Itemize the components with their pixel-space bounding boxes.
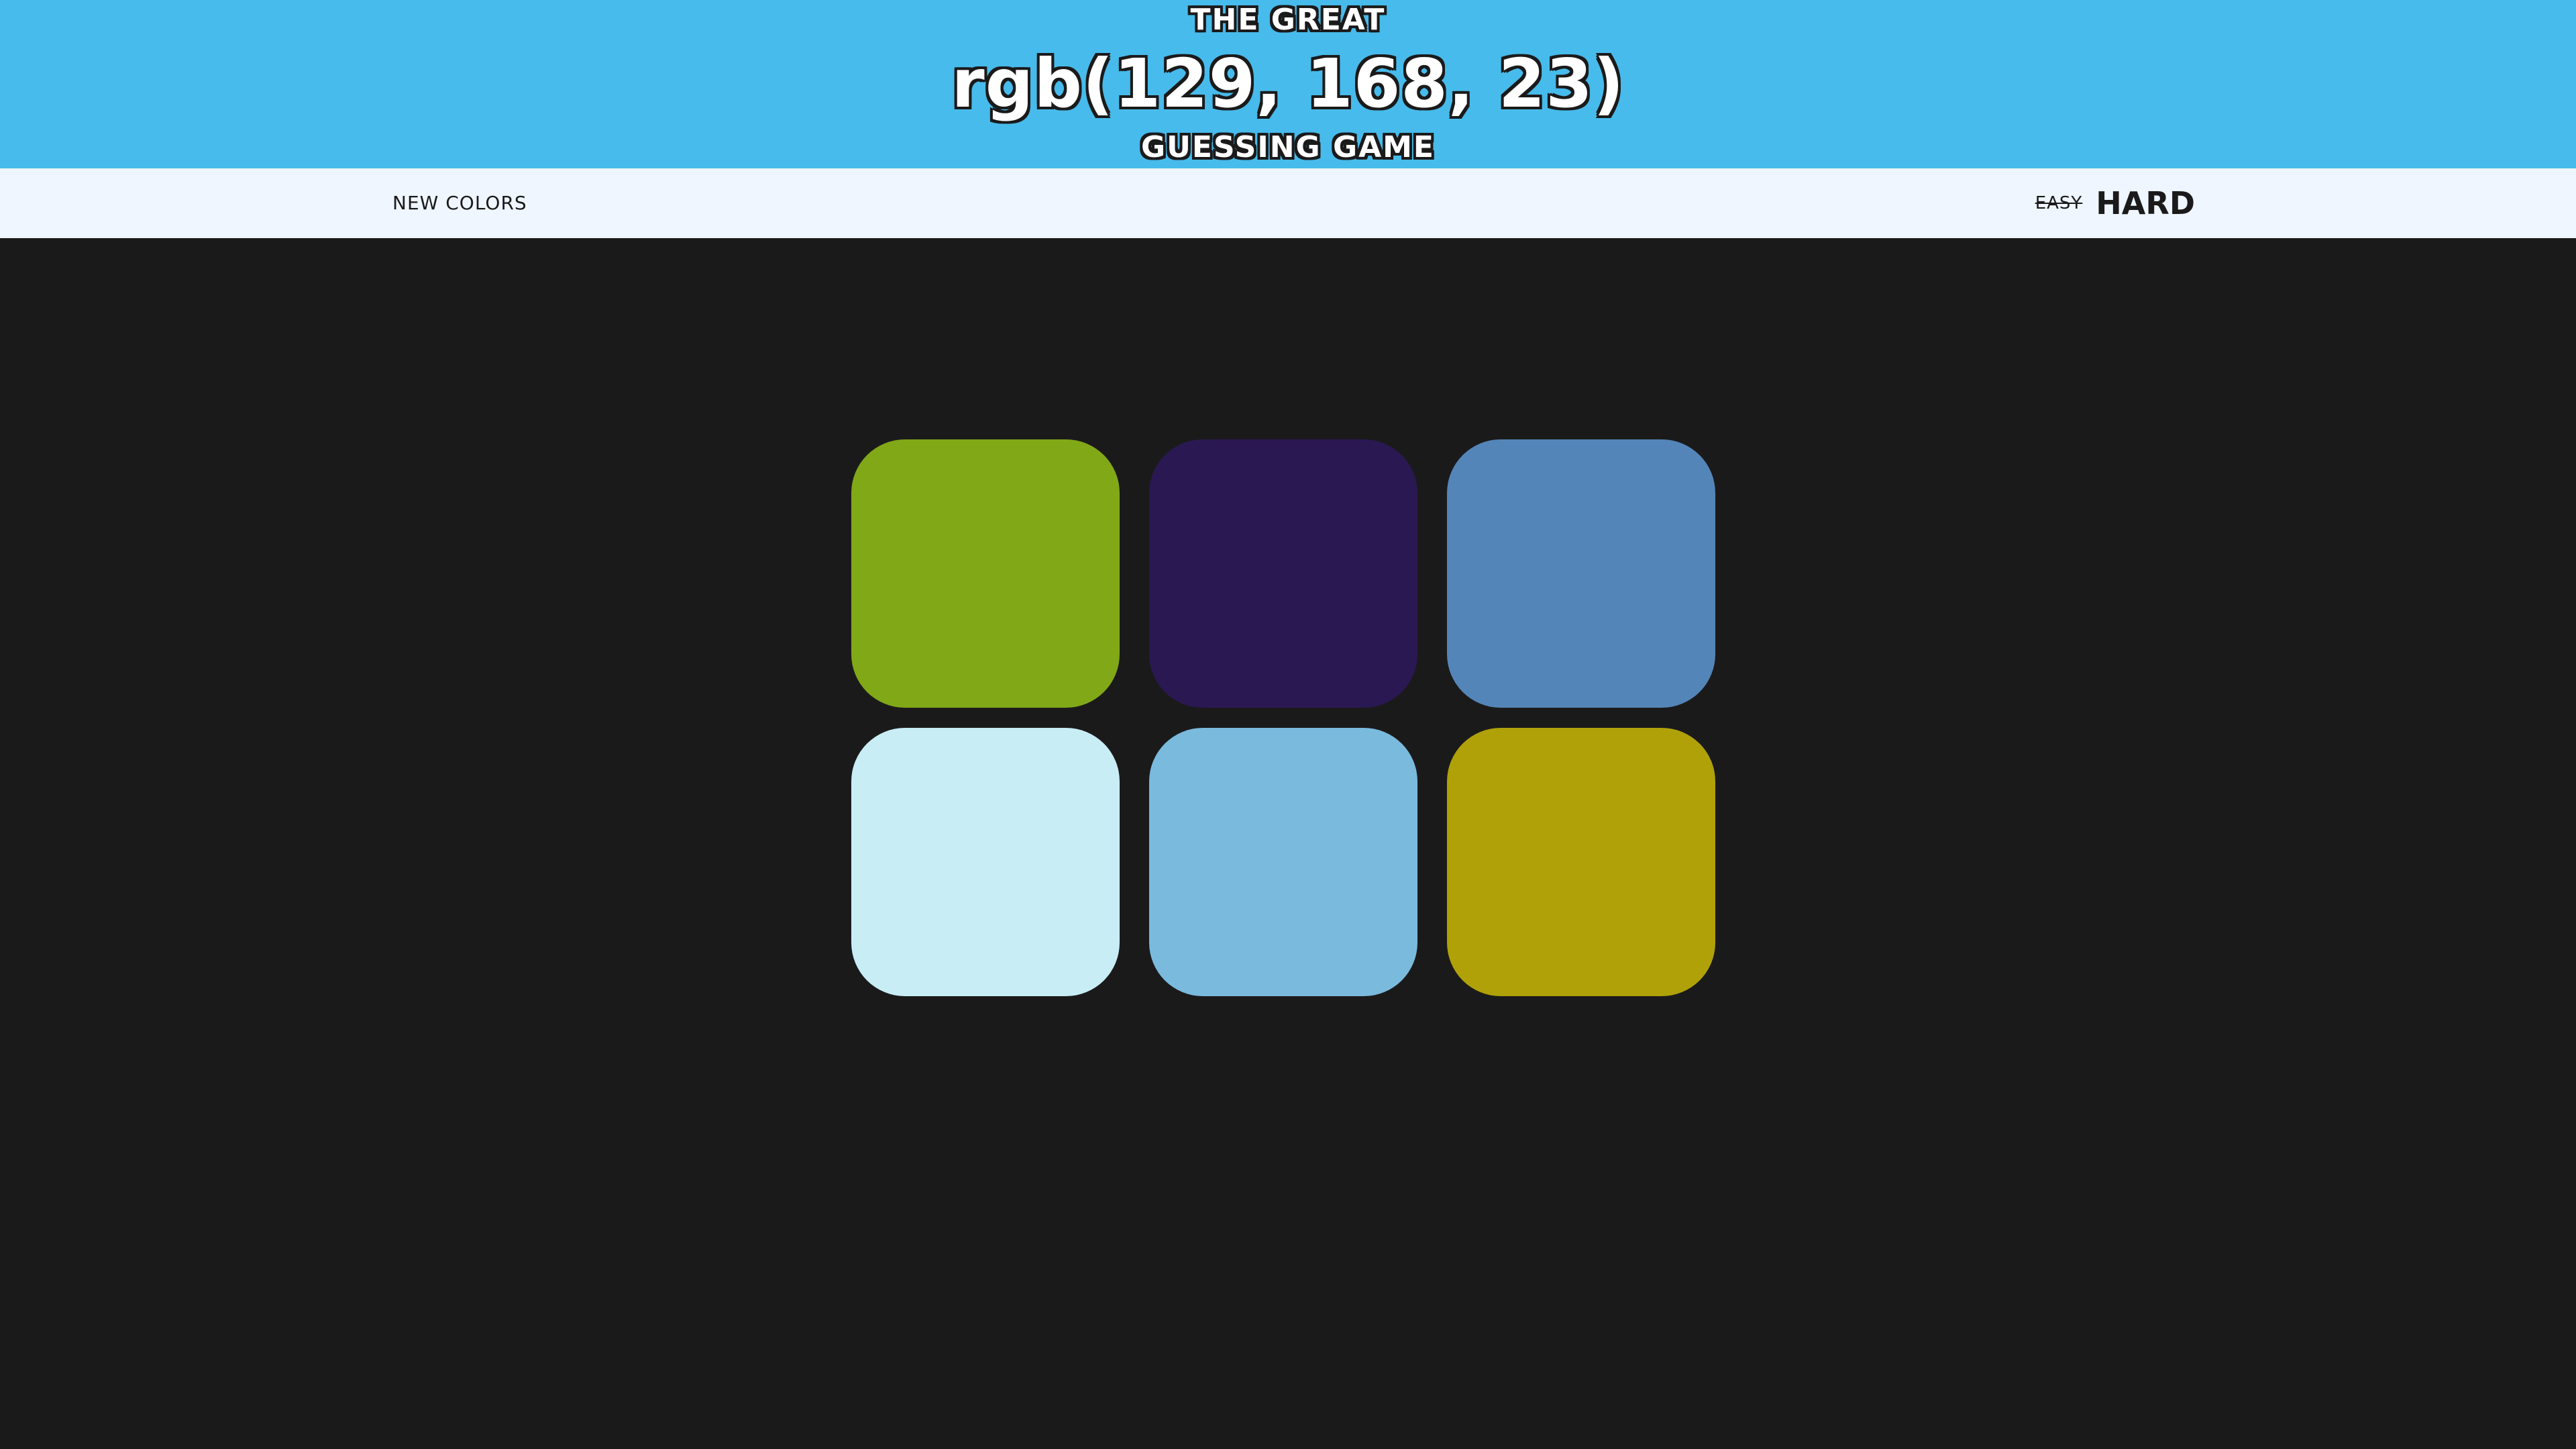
color-square-5[interactable] <box>1149 728 1417 996</box>
control-stripe: NEW COLORS EASY HARD <box>0 168 2576 238</box>
easy-mode-button[interactable]: EASY <box>2035 193 2083 213</box>
mode-selector: EASY HARD <box>2035 183 2195 223</box>
color-board <box>851 439 1715 996</box>
title-top: THE GREAT <box>1190 3 1386 37</box>
color-square-1[interactable] <box>851 439 1120 708</box>
color-square-2[interactable] <box>1149 439 1417 708</box>
color-square-6[interactable] <box>1447 728 1715 996</box>
color-square-3[interactable] <box>1447 439 1715 708</box>
title-bottom: GUESSING GAME <box>1141 130 1435 164</box>
new-colors-button[interactable]: NEW COLORS <box>392 190 527 217</box>
hard-mode-button[interactable]: HARD <box>2096 185 2195 221</box>
color-square-4[interactable] <box>851 728 1120 996</box>
target-color-display: rgb(129, 168, 23) <box>951 44 1625 123</box>
header: THE GREAT rgb(129, 168, 23) GUESSING GAM… <box>0 0 2576 168</box>
